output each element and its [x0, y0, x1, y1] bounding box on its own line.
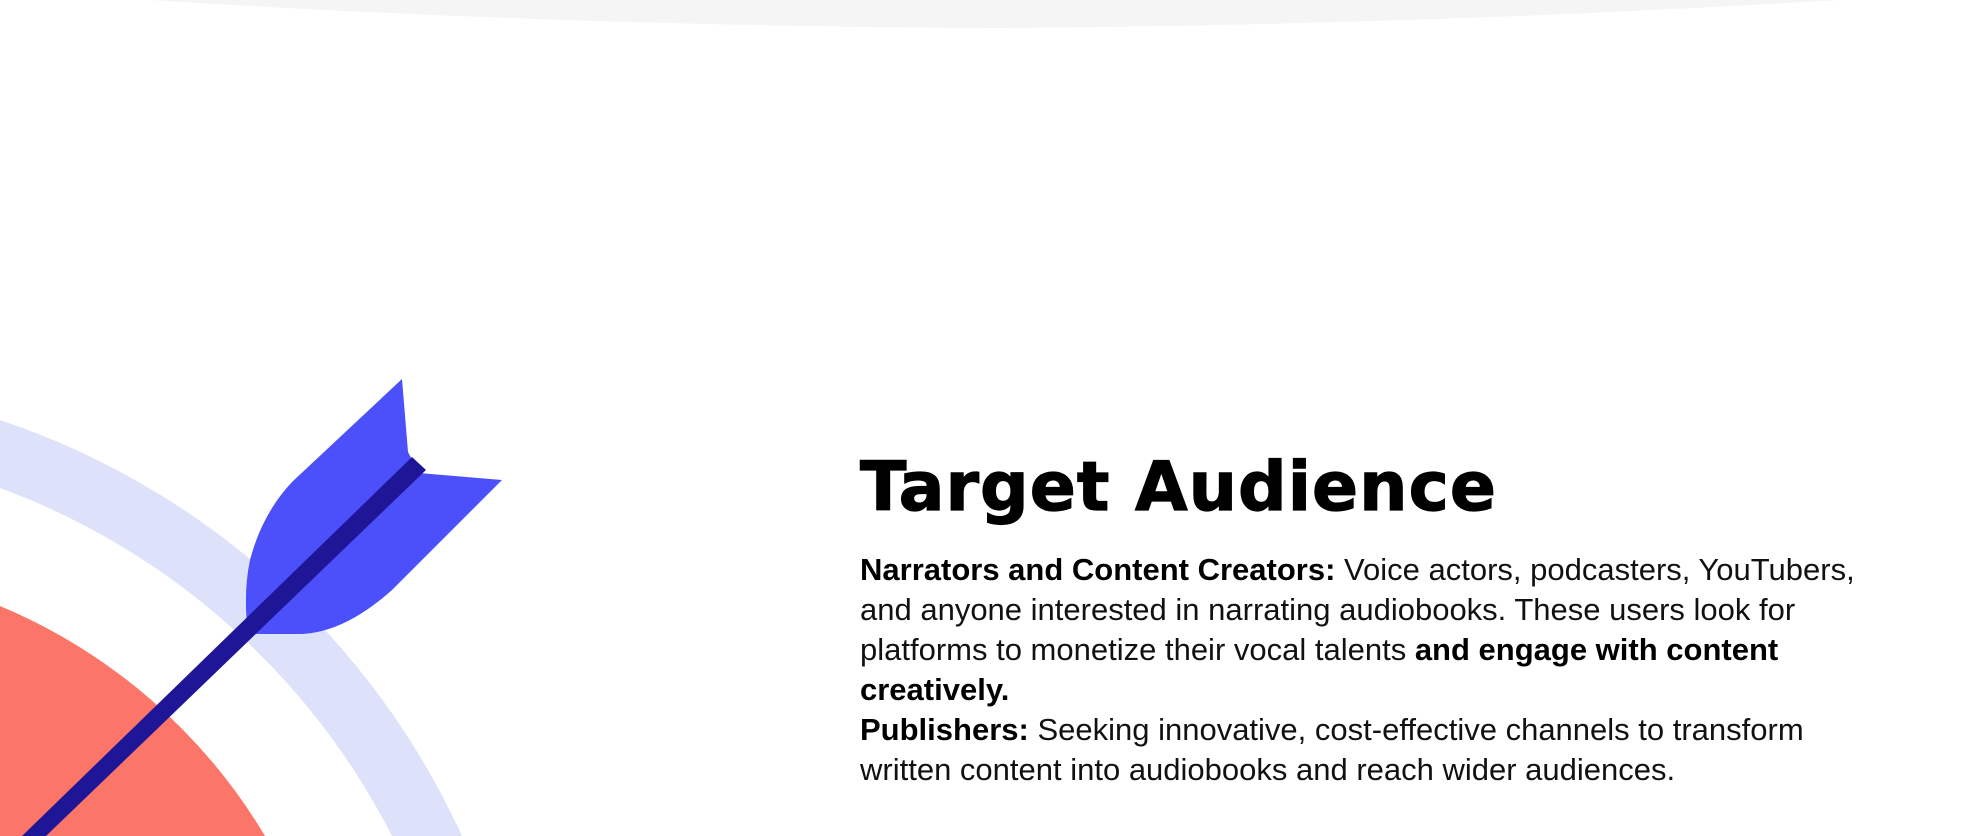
- slide-page: Target Audience Narrators and Content Cr…: [0, 0, 1981, 836]
- publishers-heading: Publishers:: [860, 712, 1029, 747]
- target-audience-section: Target Audience Narrators and Content Cr…: [859, 447, 1860, 790]
- section-title: Target Audience: [859, 447, 1497, 527]
- narrators-paragraph: Narrators and Content Creators: Voice ac…: [860, 550, 1860, 710]
- audience-description: Narrators and Content Creators: Voice ac…: [860, 550, 1860, 790]
- publishers-paragraph: Publishers: Seeking innovative, cost-eff…: [860, 710, 1860, 790]
- narrators-heading: Narrators and Content Creators:: [860, 552, 1336, 587]
